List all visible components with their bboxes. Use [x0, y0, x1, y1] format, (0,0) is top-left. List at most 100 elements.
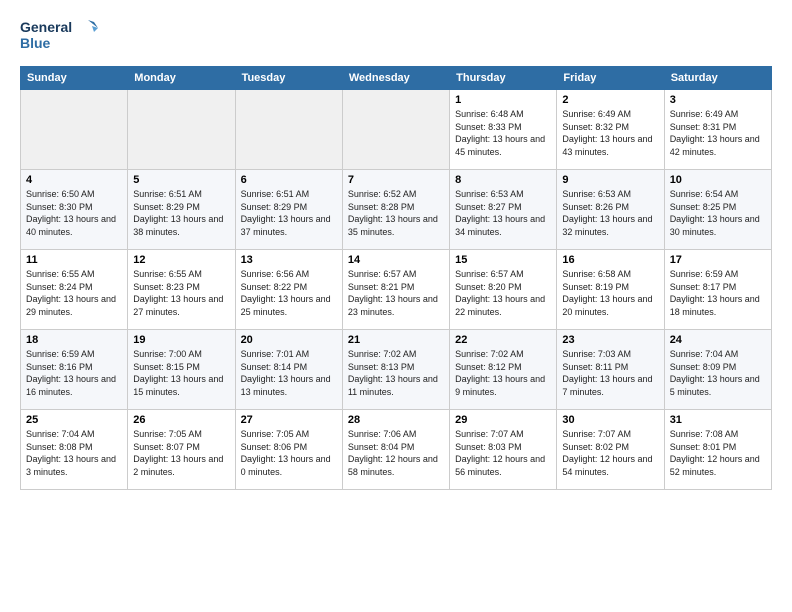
column-header-thursday: Thursday: [450, 67, 557, 90]
calendar-cell: 27 Sunrise: 7:05 AMSunset: 8:06 PMDayligh…: [235, 410, 342, 490]
day-number: 15: [455, 254, 551, 266]
day-number: 7: [348, 174, 444, 186]
day-number: 2: [562, 94, 658, 106]
day-info: Sunrise: 6:59 AMSunset: 8:17 PMDaylight:…: [670, 268, 766, 318]
calendar-cell: 30 Sunrise: 7:07 AMSunset: 8:02 PMDayligh…: [557, 410, 664, 490]
svg-text:General: General: [20, 19, 72, 35]
day-info: Sunrise: 6:56 AMSunset: 8:22 PMDaylight:…: [241, 268, 337, 318]
day-number: 27: [241, 414, 337, 426]
day-info: Sunrise: 7:08 AMSunset: 8:01 PMDaylight:…: [670, 428, 766, 478]
calendar-cell: 22 Sunrise: 7:02 AMSunset: 8:12 PMDayligh…: [450, 330, 557, 410]
calendar-cell: 25 Sunrise: 7:04 AMSunset: 8:08 PMDayligh…: [21, 410, 128, 490]
calendar-header-row: SundayMondayTuesdayWednesdayThursdayFrid…: [21, 67, 772, 90]
calendar-cell: 10 Sunrise: 6:54 AMSunset: 8:25 PMDayligh…: [664, 170, 771, 250]
day-info: Sunrise: 6:55 AMSunset: 8:23 PMDaylight:…: [133, 268, 229, 318]
calendar-cell: 15 Sunrise: 6:57 AMSunset: 8:20 PMDayligh…: [450, 250, 557, 330]
calendar-cell: 12 Sunrise: 6:55 AMSunset: 8:23 PMDayligh…: [128, 250, 235, 330]
calendar-table: SundayMondayTuesdayWednesdayThursdayFrid…: [20, 66, 772, 490]
column-header-sunday: Sunday: [21, 67, 128, 90]
day-info: Sunrise: 6:49 AMSunset: 8:31 PMDaylight:…: [670, 108, 766, 158]
day-number: 14: [348, 254, 444, 266]
calendar-cell: 29 Sunrise: 7:07 AMSunset: 8:03 PMDayligh…: [450, 410, 557, 490]
calendar-cell: 5 Sunrise: 6:51 AMSunset: 8:29 PMDaylight…: [128, 170, 235, 250]
day-number: 29: [455, 414, 551, 426]
calendar-cell: 24 Sunrise: 7:04 AMSunset: 8:09 PMDayligh…: [664, 330, 771, 410]
day-info: Sunrise: 7:03 AMSunset: 8:11 PMDaylight:…: [562, 348, 658, 398]
calendar-cell: 26 Sunrise: 7:05 AMSunset: 8:07 PMDayligh…: [128, 410, 235, 490]
column-header-wednesday: Wednesday: [342, 67, 449, 90]
day-number: 9: [562, 174, 658, 186]
day-info: Sunrise: 7:05 AMSunset: 8:06 PMDaylight:…: [241, 428, 337, 478]
calendar-cell: 1 Sunrise: 6:48 AMSunset: 8:33 PMDaylight…: [450, 90, 557, 170]
day-info: Sunrise: 6:49 AMSunset: 8:32 PMDaylight:…: [562, 108, 658, 158]
calendar-cell: 28 Sunrise: 7:06 AMSunset: 8:04 PMDayligh…: [342, 410, 449, 490]
calendar-cell: 17 Sunrise: 6:59 AMSunset: 8:17 PMDayligh…: [664, 250, 771, 330]
day-info: Sunrise: 6:48 AMSunset: 8:33 PMDaylight:…: [455, 108, 551, 158]
day-number: 5: [133, 174, 229, 186]
day-number: 26: [133, 414, 229, 426]
calendar-cell: 9 Sunrise: 6:53 AMSunset: 8:26 PMDaylight…: [557, 170, 664, 250]
day-info: Sunrise: 6:55 AMSunset: 8:24 PMDaylight:…: [26, 268, 122, 318]
calendar-cell: 3Sunrise: 6:49 AMSunset: 8:31 PMDaylight…: [664, 90, 771, 170]
day-info: Sunrise: 6:59 AMSunset: 8:16 PMDaylight:…: [26, 348, 122, 398]
column-header-saturday: Saturday: [664, 67, 771, 90]
day-number: 23: [562, 334, 658, 346]
day-number: 21: [348, 334, 444, 346]
day-info: Sunrise: 6:52 AMSunset: 8:28 PMDaylight:…: [348, 188, 444, 238]
calendar-cell: 16Sunrise: 6:58 AMSunset: 8:19 PMDayligh…: [557, 250, 664, 330]
calendar-week-3: 11Sunrise: 6:55 AMSunset: 8:24 PMDayligh…: [21, 250, 772, 330]
calendar-cell: 31Sunrise: 7:08 AMSunset: 8:01 PMDayligh…: [664, 410, 771, 490]
day-number: 13: [241, 254, 337, 266]
calendar-week-1: 1 Sunrise: 6:48 AMSunset: 8:33 PMDaylight…: [21, 90, 772, 170]
day-info: Sunrise: 6:51 AMSunset: 8:29 PMDaylight:…: [133, 188, 229, 238]
day-number: 28: [348, 414, 444, 426]
day-info: Sunrise: 7:07 AMSunset: 8:02 PMDaylight:…: [562, 428, 658, 478]
calendar-cell: 8Sunrise: 6:53 AMSunset: 8:27 PMDaylight…: [450, 170, 557, 250]
column-header-tuesday: Tuesday: [235, 67, 342, 90]
column-header-monday: Monday: [128, 67, 235, 90]
day-info: Sunrise: 6:54 AMSunset: 8:25 PMDaylight:…: [670, 188, 766, 238]
day-info: Sunrise: 7:04 AMSunset: 8:09 PMDaylight:…: [670, 348, 766, 398]
calendar-week-4: 18 Sunrise: 6:59 AMSunset: 8:16 PMDayligh…: [21, 330, 772, 410]
calendar-cell: [21, 90, 128, 170]
day-number: 10: [670, 174, 766, 186]
header: General Blue: [20, 16, 772, 56]
calendar-cell: 21Sunrise: 7:02 AMSunset: 8:13 PMDayligh…: [342, 330, 449, 410]
calendar-cell: 19Sunrise: 7:00 AMSunset: 8:15 PMDayligh…: [128, 330, 235, 410]
svg-text:Blue: Blue: [20, 35, 51, 51]
calendar-cell: 11Sunrise: 6:55 AMSunset: 8:24 PMDayligh…: [21, 250, 128, 330]
calendar-cell: 18 Sunrise: 6:59 AMSunset: 8:16 PMDayligh…: [21, 330, 128, 410]
calendar-cell: 14Sunrise: 6:57 AMSunset: 8:21 PMDayligh…: [342, 250, 449, 330]
day-info: Sunrise: 6:57 AMSunset: 8:20 PMDaylight:…: [455, 268, 551, 318]
calendar-cell: [235, 90, 342, 170]
day-info: Sunrise: 7:06 AMSunset: 8:04 PMDaylight:…: [348, 428, 444, 478]
calendar-cell: 20Sunrise: 7:01 AMSunset: 8:14 PMDayligh…: [235, 330, 342, 410]
day-number: 17: [670, 254, 766, 266]
day-number: 12: [133, 254, 229, 266]
day-info: Sunrise: 7:07 AMSunset: 8:03 PMDaylight:…: [455, 428, 551, 478]
logo: General Blue: [20, 16, 100, 56]
day-number: 6: [241, 174, 337, 186]
day-info: Sunrise: 6:53 AMSunset: 8:27 PMDaylight:…: [455, 188, 551, 238]
day-info: Sunrise: 7:05 AMSunset: 8:07 PMDaylight:…: [133, 428, 229, 478]
day-info: Sunrise: 6:53 AMSunset: 8:26 PMDaylight:…: [562, 188, 658, 238]
day-info: Sunrise: 7:02 AMSunset: 8:12 PMDaylight:…: [455, 348, 551, 398]
day-info: Sunrise: 6:50 AMSunset: 8:30 PMDaylight:…: [26, 188, 122, 238]
calendar-cell: 23 Sunrise: 7:03 AMSunset: 8:11 PMDayligh…: [557, 330, 664, 410]
day-number: 24: [670, 334, 766, 346]
day-number: 20: [241, 334, 337, 346]
generalblue-logo-icon: General Blue: [20, 16, 100, 56]
calendar-cell: 13 Sunrise: 6:56 AMSunset: 8:22 PMDayligh…: [235, 250, 342, 330]
calendar-week-2: 4 Sunrise: 6:50 AMSunset: 8:30 PMDaylight…: [21, 170, 772, 250]
day-number: 1: [455, 94, 551, 106]
day-number: 16: [562, 254, 658, 266]
day-number: 30: [562, 414, 658, 426]
calendar-week-5: 25 Sunrise: 7:04 AMSunset: 8:08 PMDayligh…: [21, 410, 772, 490]
day-number: 22: [455, 334, 551, 346]
calendar-cell: 4 Sunrise: 6:50 AMSunset: 8:30 PMDaylight…: [21, 170, 128, 250]
day-number: 4: [26, 174, 122, 186]
day-number: 18: [26, 334, 122, 346]
day-info: Sunrise: 7:04 AMSunset: 8:08 PMDaylight:…: [26, 428, 122, 478]
day-number: 25: [26, 414, 122, 426]
day-number: 19: [133, 334, 229, 346]
